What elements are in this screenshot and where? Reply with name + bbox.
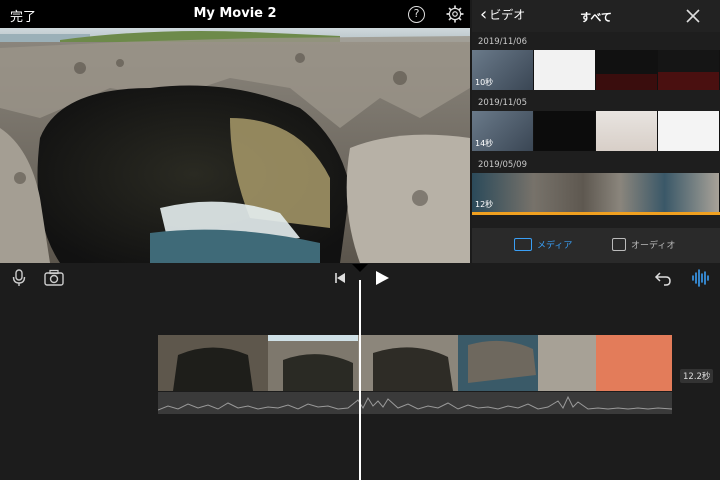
close-icon[interactable] — [685, 8, 701, 24]
video-thumbnail[interactable] — [596, 111, 658, 151]
video-thumbnail[interactable] — [658, 50, 720, 90]
date-header: 2019/11/06 — [478, 37, 527, 47]
browser-tab-bar: メディア オーディオ — [472, 228, 720, 263]
gear-icon[interactable] — [446, 5, 464, 23]
clip-filmstrip — [158, 335, 672, 391]
audio-waveform — [158, 395, 672, 411]
undo-icon[interactable] — [654, 269, 672, 287]
audio-track[interactable] — [158, 392, 672, 414]
thumb-duration: 12秒 — [475, 200, 494, 209]
video-thumbnail[interactable] — [596, 50, 658, 90]
tab-media-label: メディア — [537, 241, 573, 251]
play-icon[interactable] — [374, 269, 390, 287]
thumb-duration: 10秒 — [475, 78, 494, 87]
video-thumbnail[interactable]: 10秒 — [472, 50, 534, 90]
clip-duration-badge: 12.2秒 — [680, 369, 714, 383]
video-viewer[interactable] — [0, 28, 470, 263]
tab-audio[interactable]: オーディオ — [612, 238, 675, 251]
camera-icon[interactable] — [44, 269, 64, 287]
microphone-icon[interactable] — [10, 269, 28, 287]
project-title: My Movie 2 — [193, 6, 277, 21]
browser-title: すべて — [580, 11, 612, 24]
tab-audio-label: オーディオ — [631, 241, 676, 251]
video-thumbnail[interactable] — [534, 111, 596, 151]
thumb-row: 14秒 — [472, 111, 720, 151]
thumb-row-selected[interactable]: 12秒 — [472, 173, 720, 215]
media-browser: ‹ ビデオ すべて 2019/11/06 10秒 2019/11/05 14秒 — [472, 0, 720, 263]
skip-to-start-icon[interactable] — [333, 269, 347, 287]
video-thumbnail[interactable] — [534, 50, 596, 90]
playhead-marker[interactable] — [352, 264, 368, 272]
date-header: 2019/11/05 — [478, 98, 527, 108]
help-button[interactable]: ? — [408, 6, 425, 23]
top-bar: 完了 My Movie 2 ? — [0, 0, 470, 28]
video-clip[interactable] — [158, 335, 672, 391]
tab-media[interactable]: メディア — [514, 238, 572, 251]
playhead[interactable] — [359, 280, 361, 480]
video-thumbnail[interactable]: 12秒 — [472, 173, 720, 212]
viewer-frame — [0, 28, 470, 263]
video-thumbnail[interactable] — [658, 111, 720, 151]
film-icon — [514, 238, 532, 251]
music-note-icon — [612, 238, 626, 251]
thumb-duration: 14秒 — [475, 139, 494, 148]
video-thumbnail[interactable]: 14秒 — [472, 111, 534, 151]
thumb-row: 10秒 — [472, 50, 720, 90]
browser-header: ‹ ビデオ すべて — [472, 0, 720, 32]
date-header: 2019/05/09 — [478, 160, 527, 170]
audio-waveform-icon[interactable] — [691, 269, 709, 287]
